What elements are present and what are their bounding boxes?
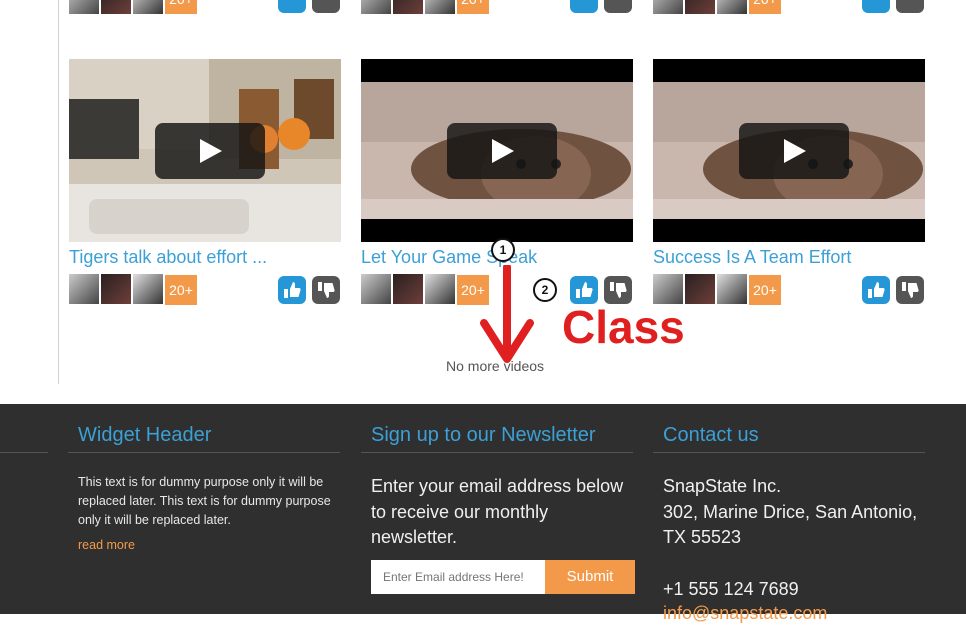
avatar[interactable]	[133, 274, 163, 304]
viewers-count-badge[interactable]: 20+	[165, 0, 197, 14]
play-icon	[200, 139, 222, 163]
like-button[interactable]	[570, 0, 598, 13]
contact-title-underline	[653, 452, 925, 453]
dislike-button[interactable]	[312, 276, 340, 304]
play-icon	[784, 139, 806, 163]
widget-title-underline	[68, 452, 340, 453]
viewers-count-badge[interactable]: 20+	[749, 275, 781, 305]
video-title[interactable]: Success Is A Team Effort	[653, 247, 851, 268]
submit-button[interactable]: Submit	[545, 560, 635, 594]
avatar[interactable]	[685, 274, 715, 304]
avatar[interactable]	[133, 0, 163, 14]
newsletter-description: Enter your email address below to receiv…	[371, 476, 624, 547]
play-button[interactable]	[739, 123, 849, 179]
footer-divider	[0, 452, 48, 453]
contact-address-line1: 302, Marine Drice, San Antonio,	[663, 501, 918, 522]
avatar[interactable]	[69, 0, 99, 14]
dislike-button[interactable]	[312, 0, 340, 13]
thumbs-down-icon	[902, 282, 919, 298]
video-title[interactable]: Tigers talk about effort ...	[69, 247, 267, 268]
thumbs-down-icon	[610, 282, 627, 298]
content-divider	[58, 0, 59, 384]
dislike-button[interactable]	[604, 0, 632, 13]
avatar[interactable]	[717, 274, 747, 304]
widget-text: This text is for dummy purpose only it w…	[78, 475, 331, 527]
play-button[interactable]	[447, 123, 557, 179]
avatar[interactable]	[361, 274, 391, 304]
contact-phone: +1 555 124 7689	[663, 579, 799, 599]
thumbs-up-icon	[284, 282, 301, 298]
avatar[interactable]	[425, 0, 455, 14]
widget-header-title: Widget Header	[78, 424, 212, 446]
thumbs-down-icon	[318, 282, 335, 298]
email-field[interactable]	[371, 560, 545, 594]
like-button[interactable]	[278, 0, 306, 13]
read-more-link[interactable]: read more	[78, 538, 135, 552]
like-button[interactable]	[278, 276, 306, 304]
dislike-button[interactable]	[896, 276, 924, 304]
contact-title: Contact us	[663, 424, 759, 446]
like-button[interactable]	[862, 276, 890, 304]
avatar[interactable]	[393, 274, 423, 304]
annotation-marker-1: 1	[491, 238, 515, 262]
avatar[interactable]	[425, 274, 455, 304]
viewers-count-badge[interactable]: 20+	[457, 0, 489, 14]
avatar[interactable]	[653, 274, 683, 304]
play-icon	[492, 139, 514, 163]
avatar[interactable]	[685, 0, 715, 14]
dislike-button[interactable]	[896, 0, 924, 13]
thumbs-up-icon	[576, 282, 593, 298]
dislike-button[interactable]	[604, 276, 632, 304]
like-button[interactable]	[862, 0, 890, 13]
contact-company: SnapState Inc.	[663, 476, 782, 496]
viewers-count-badge[interactable]: 20+	[749, 0, 781, 14]
thumbs-up-icon	[868, 282, 885, 298]
newsletter-title: Sign up to our Newsletter	[371, 424, 596, 446]
avatar[interactable]	[653, 0, 683, 14]
newsletter-title-underline	[361, 452, 633, 453]
avatar[interactable]	[69, 274, 99, 304]
avatar[interactable]	[717, 0, 747, 14]
avatar[interactable]	[101, 274, 131, 304]
contact-address-line2: TX 55523	[663, 527, 742, 547]
annotation-callout-text: Class	[562, 301, 685, 353]
avatar[interactable]	[393, 0, 423, 14]
annotation-arrow-icon	[480, 265, 534, 363]
avatar[interactable]	[361, 0, 391, 14]
viewers-count-badge[interactable]: 20+	[165, 275, 197, 305]
avatar[interactable]	[101, 0, 131, 14]
play-button[interactable]	[155, 123, 265, 179]
like-button[interactable]	[570, 276, 598, 304]
